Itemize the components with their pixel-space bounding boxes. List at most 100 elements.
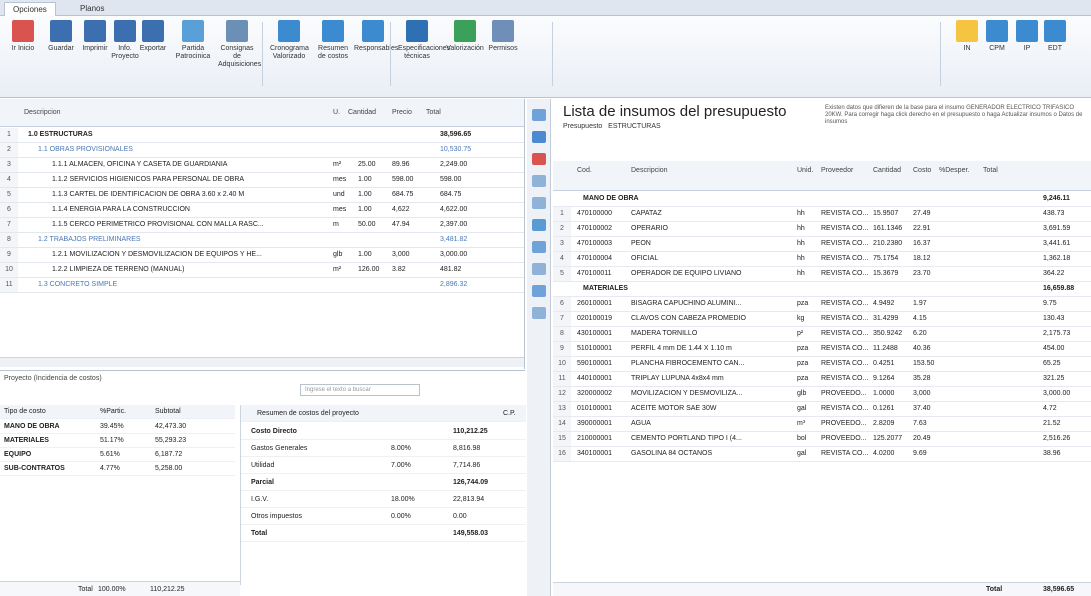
partida-row[interactable]: 1 1.0 ESTRUCTURAS 38,596.65 bbox=[0, 128, 524, 143]
insumo-row[interactable]: 2 470100002 OPERARIO hh REVISTA CO... 161.134… bbox=[553, 222, 1091, 237]
cost-subtotal: 5,258.00 bbox=[155, 465, 183, 472]
row-number: 13 bbox=[553, 402, 571, 416]
ribbon-partida-button[interactable]: Partida Patrocinica bbox=[174, 20, 212, 61]
resumen-row: Utilidad 7.00% 7,714.86 bbox=[241, 457, 526, 474]
page-icon[interactable] bbox=[531, 263, 546, 275]
ribbon-edt-button[interactable]: EDT bbox=[1036, 20, 1074, 53]
ribbon-export-button[interactable]: Exportar bbox=[134, 20, 172, 53]
delete-icon[interactable] bbox=[531, 153, 546, 165]
insumo-cod: 430100001 bbox=[577, 330, 613, 337]
insumo-proveedor: REVISTA CO... bbox=[821, 210, 869, 217]
in-label: IN bbox=[963, 45, 971, 52]
ribbon-cronograma-button[interactable]: Cronograma Valorizado bbox=[270, 20, 309, 61]
search-input[interactable]: Ingrese el texto a buscar bbox=[300, 384, 420, 396]
partida-row[interactable]: 6 1.1.4 ENERGIA PARA LA CONSTRUCCION mes 1.… bbox=[0, 203, 524, 218]
tab-planos[interactable]: Planos bbox=[72, 2, 112, 16]
grid-icon[interactable] bbox=[531, 307, 546, 319]
footer-total-label: Total bbox=[986, 586, 1003, 593]
cost-type: EQUIPO bbox=[4, 451, 32, 458]
incidencia-header: Tipo de costo %Partic. Subtotal bbox=[0, 405, 235, 419]
insumo-row[interactable]: 3 470100003 PEON hh REVISTA CO... 210.2380 16.… bbox=[553, 237, 1091, 252]
horizontal-scrollbar[interactable] bbox=[0, 357, 524, 367]
col-partic[interactable]: %Partic. bbox=[100, 408, 126, 415]
insumo-row[interactable]: 9 510100001 PERFIL 4 mm DE 1.44 X 1.10 m pz… bbox=[553, 342, 1091, 357]
group-row[interactable]: MATERIALES 16,659.88 bbox=[553, 282, 1091, 297]
insumo-row[interactable]: 4 470100004 OFICIAL hh REVISTA CO... 75.1754 1… bbox=[553, 252, 1091, 267]
insumo-row[interactable]: 1 470100000 CAPATAZ hh REVISTA CO... 15.9507 2… bbox=[553, 207, 1091, 222]
partida-row[interactable]: 11 1.3 CONCRETO SIMPLE 2,896.32 bbox=[0, 278, 524, 293]
refresh-icon[interactable] bbox=[531, 219, 546, 231]
insumo-costo: 6.20 bbox=[913, 330, 927, 337]
col-costo[interactable]: Costo bbox=[913, 167, 931, 174]
partida-row[interactable]: 10 1.2.2 LIMPIEZA DE TERRENO (MANUAL) m² 12… bbox=[0, 263, 524, 278]
copy-icon[interactable] bbox=[531, 175, 546, 187]
partida-precio: 598.00 bbox=[392, 176, 414, 183]
insumo-row[interactable]: 7 020100019 CLAVOS CON CABEZA PROMEDIO kg RE… bbox=[553, 312, 1091, 327]
group-name: MANO DE OBRA bbox=[583, 195, 639, 202]
insumo-unid: kg bbox=[797, 315, 805, 322]
row-number: 8 bbox=[553, 327, 571, 341]
col-descripcion[interactable]: Descripcion bbox=[24, 109, 61, 116]
partida-row[interactable]: 3 1.1.1 ALMACEN, OFICINA Y CASETA DE GUAR… bbox=[0, 158, 524, 173]
ribbon-responsables-button[interactable]: Responsables bbox=[354, 20, 398, 53]
insumo-row[interactable]: 11 440100001 TRIPLAY LUPUNA 4x8x4 mm pza REV… bbox=[553, 372, 1091, 387]
incidencia-row[interactable]: MATERIALES 51.17% 55,293.23 bbox=[0, 434, 235, 448]
ribbon-save-button[interactable]: Guardar bbox=[42, 20, 80, 53]
col-tipo[interactable]: Tipo de costo bbox=[4, 408, 46, 415]
insumo-row[interactable]: 10 590100001 PLANCHA FIBROCEMENTO CAN... pz… bbox=[553, 357, 1091, 372]
partida-row[interactable]: 7 1.1.5 CERCO PERIMETRICO PROVISIONAL CON… bbox=[0, 218, 524, 233]
group-row[interactable]: MANO DE OBRA 9,246.11 bbox=[553, 192, 1091, 207]
partidas-grid: Descripcion U. Cantidad Precio Total 1 1.… bbox=[0, 99, 525, 369]
incidencia-row[interactable]: EQUIPO 5.61% 6,187.72 bbox=[0, 448, 235, 462]
insumo-row[interactable]: 13 010100001 ACEITE MOTOR SAE 30W gal REVIST… bbox=[553, 402, 1091, 417]
paste-icon[interactable] bbox=[531, 197, 546, 209]
tab-opciones[interactable]: Opciones bbox=[4, 2, 56, 16]
insumo-row[interactable]: 8 430100001 MADERA TORNILLO p² REVISTA CO...… bbox=[553, 327, 1091, 342]
col-precio[interactable]: Precio bbox=[392, 109, 412, 116]
presupuesto-label: Presupuesto ESTRUCTURAS bbox=[563, 123, 661, 130]
incidencia-row[interactable]: SUB-CONTRATOS 4.77% 5,258.00 bbox=[0, 462, 235, 476]
settings-icon[interactable] bbox=[531, 285, 546, 297]
insumo-row[interactable]: 16 340100001 GASOLINA 84 OCTANOS gal REVISTA… bbox=[553, 447, 1091, 462]
partida-row[interactable]: 4 1.1.2 SERVICIOS HIGIENICOS PARA PERSONA… bbox=[0, 173, 524, 188]
insumo-row[interactable]: 14 390000001 AGUA m³ PROVEEDO... 2.8209 7.63 21… bbox=[553, 417, 1091, 432]
insumo-desc: OFICIAL bbox=[631, 255, 659, 262]
ribbon-valorizacion-button[interactable]: Valorización bbox=[446, 20, 484, 53]
incidencia-row[interactable]: MANO DE OBRA 39.45% 42,473.30 bbox=[0, 420, 235, 434]
col-unidad[interactable]: U. bbox=[333, 109, 340, 116]
insumo-row[interactable]: 12 320000002 MOVILIZACION Y DESMOVILIZA...… bbox=[553, 387, 1091, 402]
partida-description: 1.0 ESTRUCTURAS bbox=[28, 131, 93, 138]
ribbon-home-button[interactable]: Ir Inicio bbox=[4, 20, 42, 53]
insumo-cantidad: 9.1264 bbox=[873, 375, 895, 382]
partida-row[interactable]: 5 1.1.3 CARTEL DE IDENTIFICACION DE OBRA … bbox=[0, 188, 524, 203]
ribbon-especificaciones-button[interactable]: Especificaciones técnicas bbox=[398, 20, 450, 61]
ribbon-resumen-button[interactable]: Resumen de costos bbox=[314, 20, 352, 61]
font-icon[interactable] bbox=[531, 241, 546, 253]
partida-label: Partida Patrocinica bbox=[175, 45, 211, 60]
col-descripcion[interactable]: Descripcion bbox=[631, 167, 668, 174]
partida-row[interactable]: 2 1.1 OBRAS PROVISIONALES 10,530.75 bbox=[0, 143, 524, 158]
col-total[interactable]: Total bbox=[426, 109, 441, 116]
pin-icon[interactable] bbox=[531, 131, 546, 143]
partida-total: 3,481.82 bbox=[440, 236, 468, 243]
insumo-row[interactable]: 15 210000001 CEMENTO PORTLAND TIPO I (4...… bbox=[553, 432, 1091, 447]
col-subtotal[interactable]: Subtotal bbox=[155, 408, 181, 415]
ribbon-permisos-button[interactable]: Permisos bbox=[484, 20, 522, 53]
insumo-cod: 260100001 bbox=[577, 300, 613, 307]
col-proveedor[interactable]: Proveedor bbox=[821, 167, 853, 174]
col-desper[interactable]: %Desper. bbox=[939, 167, 969, 174]
ribbon-consignas-button[interactable]: Consignas de Adquisiciones bbox=[218, 20, 261, 69]
insumo-cod: 210000001 bbox=[577, 435, 613, 442]
col-unid[interactable]: Unid. bbox=[797, 167, 813, 174]
col-cantidad[interactable]: Cantidad bbox=[873, 167, 901, 174]
col-total[interactable]: Total bbox=[983, 167, 998, 174]
insumo-cantidad: 4.9492 bbox=[873, 300, 895, 307]
insumo-total: 3,000.00 bbox=[1043, 390, 1071, 397]
partida-row[interactable]: 8 1.2 TRABAJOS PRELIMINARES 3,481.82 bbox=[0, 233, 524, 248]
insumo-row[interactable]: 6 260100001 BISAGRA CAPUCHINO ALUMINI... pz… bbox=[553, 297, 1091, 312]
list-icon[interactable] bbox=[531, 109, 546, 121]
partida-row[interactable]: 9 1.2.1 MOVILIZACION Y DESMOVILIZACION DE… bbox=[0, 248, 524, 263]
insumo-row[interactable]: 5 470100011 OPERADOR DE EQUIPO LIVIANO hh RE… bbox=[553, 267, 1091, 282]
col-cod[interactable]: Cod. bbox=[577, 167, 592, 174]
col-cantidad[interactable]: Cantidad bbox=[348, 109, 376, 116]
